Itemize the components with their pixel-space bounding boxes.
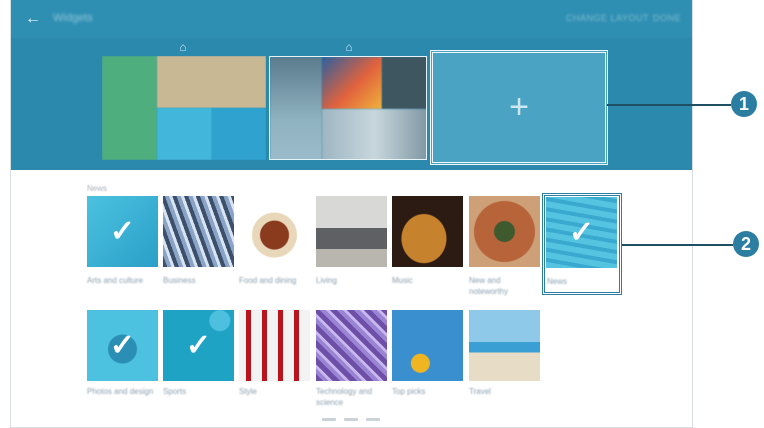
category-food-and-dining[interactable] — [239, 196, 310, 267]
check-icon: ✓ — [109, 329, 136, 362]
category-new-and-noteworthy[interactable] — [469, 196, 540, 267]
widget-tile — [270, 57, 322, 159]
change-layout-button[interactable]: CHANGE LAYOUT — [566, 13, 649, 23]
category-living[interactable] — [316, 196, 387, 267]
category-travel[interactable] — [469, 310, 540, 381]
add-page-panel[interactable]: + — [430, 50, 608, 165]
page-indicator[interactable] — [344, 418, 358, 421]
category-label: Travel — [469, 387, 491, 396]
app-title: Widgets — [53, 12, 93, 24]
category-label: Music — [392, 276, 413, 285]
callout-marker: 1 — [731, 91, 757, 117]
widget-tile — [382, 57, 426, 109]
widget-tile — [322, 109, 426, 159]
check-icon: ✓ — [109, 215, 136, 248]
category-label: Sports — [163, 387, 187, 396]
category-business[interactable] — [163, 196, 234, 267]
back-arrow-icon[interactable]: ← — [23, 9, 43, 29]
category-music[interactable] — [392, 196, 463, 267]
category-sports[interactable]: ✓ — [163, 310, 234, 381]
callout-marker: 2 — [733, 231, 759, 257]
section-title: News — [87, 184, 108, 193]
category-label: News — [547, 277, 568, 286]
widget-tile — [212, 108, 266, 160]
app-bar: ← Widgets CHANGE LAYOUT DONE — [11, 0, 692, 38]
callout-line — [607, 104, 731, 106]
category-arts-and-culture[interactable]: ✓ — [87, 196, 158, 267]
check-icon: ✓ — [185, 329, 212, 362]
widget-tile — [157, 108, 212, 160]
category-technology-and-science[interactable] — [316, 310, 387, 381]
category-top-picks[interactable] — [392, 310, 463, 381]
screen: ← Widgets CHANGE LAYOUT DONE ⌂ ⌂ + News … — [10, 0, 693, 428]
home-page-icon[interactable]: ⌂ — [176, 41, 190, 53]
add-icon: + — [509, 88, 529, 126]
category-label: Food and dining — [239, 276, 297, 285]
callout-line — [622, 244, 733, 246]
home-page-thumbnail[interactable] — [269, 56, 427, 160]
widget-tile — [102, 56, 157, 160]
category-photos-and-design[interactable]: ✓ — [87, 310, 158, 381]
category-label: Technology and science — [316, 387, 373, 407]
page-indicator[interactable] — [366, 418, 380, 421]
category-label: Living — [316, 276, 337, 285]
home-page-thumbnail[interactable] — [102, 56, 266, 160]
widget-tile — [322, 57, 382, 109]
done-button[interactable]: DONE — [653, 13, 681, 23]
page-indicator[interactable] — [322, 418, 336, 421]
category-style[interactable] — [239, 310, 310, 381]
widget-tile — [157, 56, 266, 108]
category-label: Photos and design — [87, 387, 154, 396]
home-screen-tray: ⌂ ⌂ + — [11, 38, 692, 170]
category-label: Arts and culture — [87, 276, 144, 285]
category-label: Business — [163, 276, 196, 285]
home-page-icon[interactable]: ⌂ — [342, 41, 356, 53]
category-label: Top picks — [392, 387, 426, 396]
category-label: Style — [239, 387, 257, 396]
category-label: New and noteworthy — [469, 276, 509, 296]
